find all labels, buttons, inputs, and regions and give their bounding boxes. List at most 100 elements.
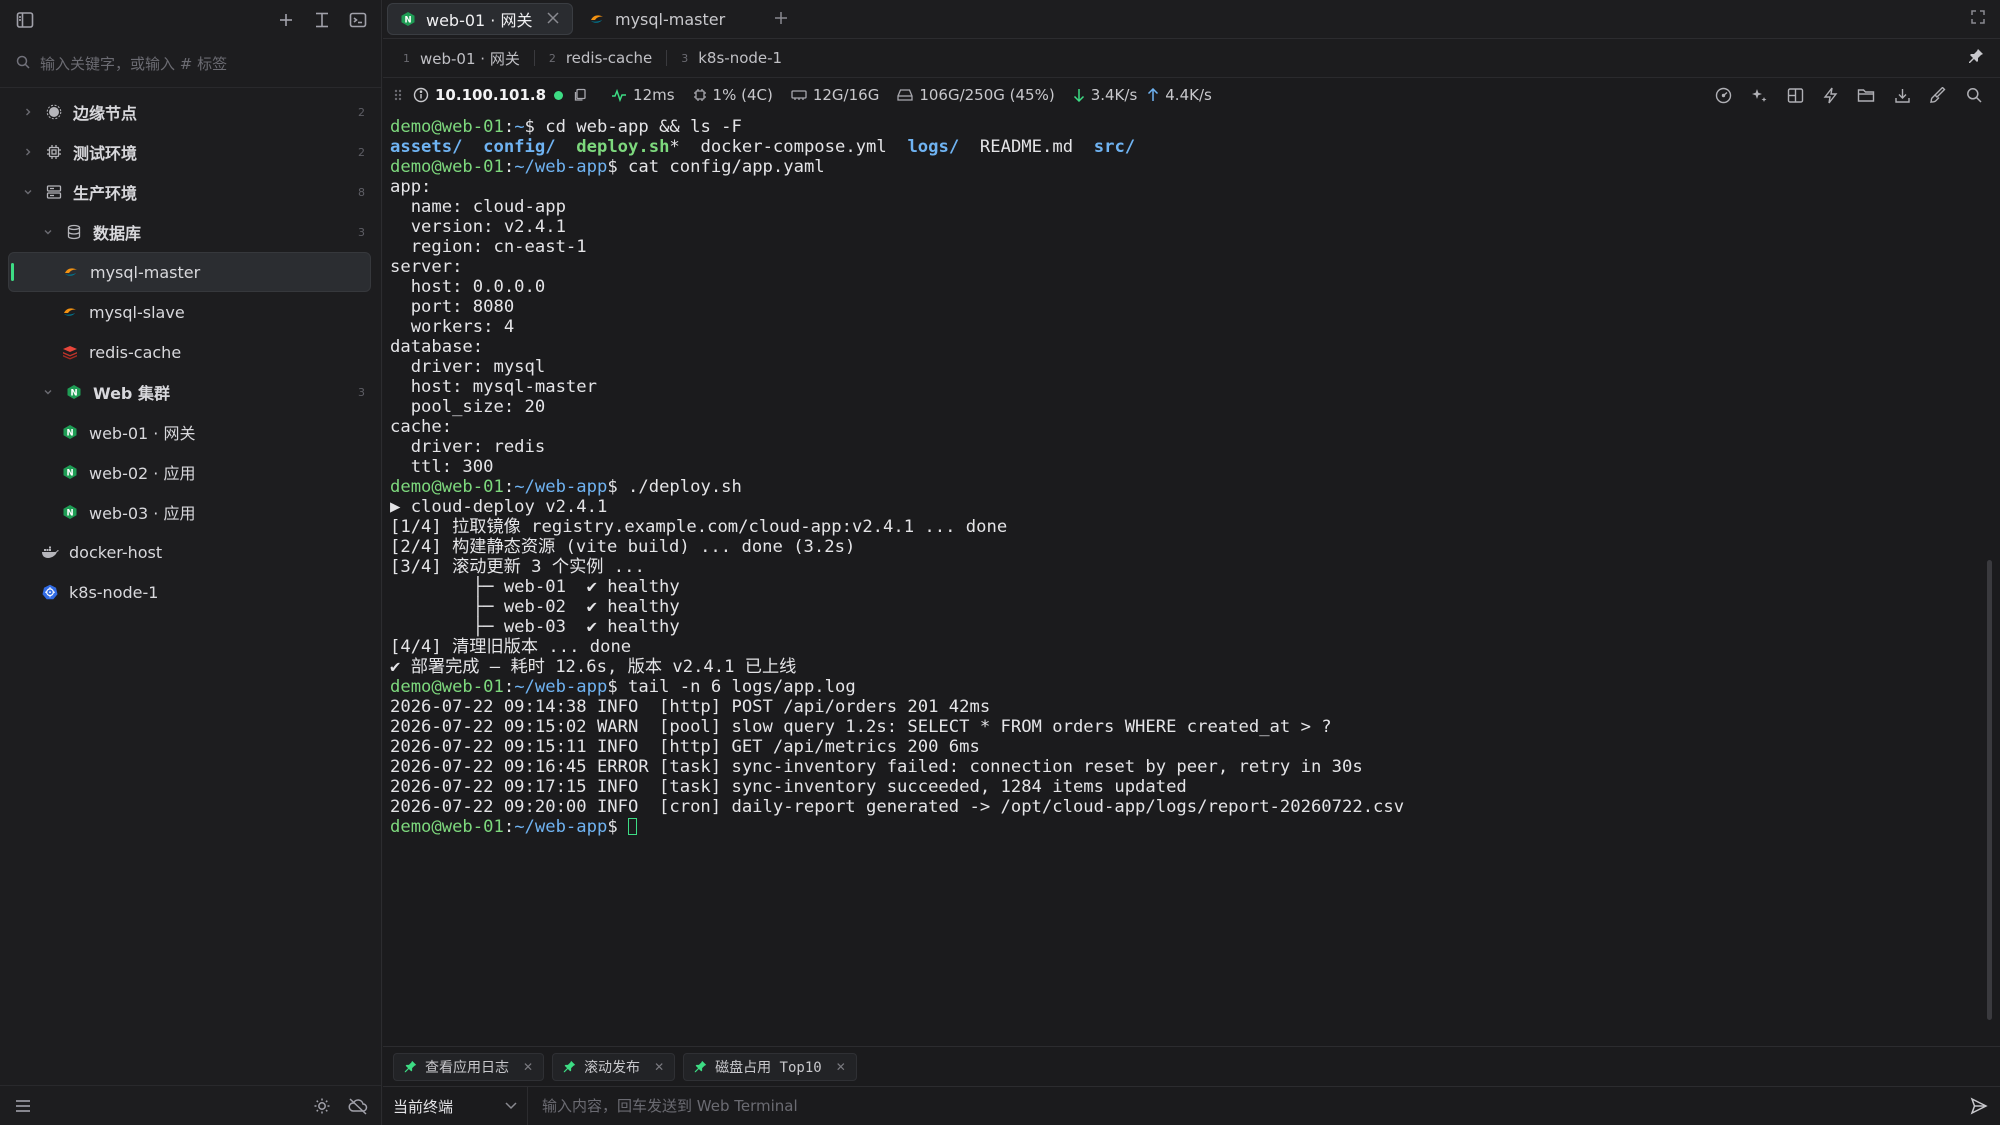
quick-command-3[interactable]: 磁盘占用 Top10 ✕: [683, 1052, 857, 1081]
chevron-down-icon[interactable]: [40, 387, 56, 397]
download-icon[interactable]: [1894, 87, 1911, 104]
terminal-command-line: demo@web-01:~/web-app$ cat config/app.ya…: [390, 157, 825, 177]
dashboard-icon[interactable]: [1715, 87, 1732, 104]
tree-item-redis-cache[interactable]: redis-cache: [8, 332, 371, 372]
folder-icon[interactable]: [1857, 87, 1875, 103]
terminal-output-line: port: 8080: [390, 297, 1970, 317]
pulse-icon: [611, 88, 627, 102]
tree-item-mysql-slave[interactable]: mysql-slave: [8, 292, 371, 332]
terminal-output-line: name: cloud-app: [390, 197, 1970, 217]
ls-entry: logs/: [907, 137, 960, 157]
collapse-all-icon[interactable]: [311, 9, 333, 31]
svg-text:N: N: [66, 428, 73, 438]
theme-sun-icon[interactable]: [311, 1095, 333, 1117]
close-icon[interactable]: ✕: [523, 1060, 533, 1074]
fullscreen-icon[interactable]: [1970, 9, 1986, 29]
ls-entry: src/: [1093, 137, 1136, 157]
split-tab-1[interactable]: 1 web-01 · 网关: [403, 50, 535, 68]
terminal-scrollbar[interactable]: [1987, 560, 1992, 1020]
tree-item-k8s-node-1[interactable]: k8s-node-1: [8, 572, 371, 612]
upload-value: 4.4K/s: [1165, 86, 1212, 104]
ai-sparkle-icon[interactable]: [1751, 87, 1768, 104]
search-icon[interactable]: [1966, 87, 1982, 103]
terminal-icon[interactable]: [347, 9, 369, 31]
brush-icon[interactable]: [1930, 86, 1947, 104]
split-tabs: 1 web-01 · 网关 2 redis-cache 3 k8s-node-1: [383, 39, 2000, 78]
tab-label: web-01 · 网关: [426, 11, 533, 30]
chevron-down-icon[interactable]: [20, 187, 36, 197]
output-text: 2026-07-22 09:14:38 INFO [http] POST /ap…: [390, 697, 991, 717]
terminal-output-line: host: mysql-master: [390, 377, 1970, 397]
sidebar-footer: [0, 1085, 381, 1125]
sidebar-toggle-icon[interactable]: [14, 9, 36, 31]
terminal-output-line: driver: redis: [390, 437, 1970, 457]
output-text: ├─ web-03 ✔ healthy: [390, 617, 680, 637]
quick-command-bar: 查看应用日志 ✕ 滚动发布 ✕ 磁盘占用 Top10 ✕: [383, 1046, 2000, 1086]
tree-item-web-02[interactable]: Nweb-02 · 应用: [8, 452, 371, 492]
redis-icon: [60, 342, 80, 362]
tree-item-count: 2: [358, 105, 365, 119]
tree-item-web-03[interactable]: Nweb-03 · 应用: [8, 492, 371, 532]
split-tab-2[interactable]: 2 redis-cache: [549, 49, 668, 67]
tab-mysql-master[interactable]: mysql-master: [577, 3, 767, 35]
command-text: tail -n 6 logs/app.log: [628, 677, 856, 697]
quick-command-2[interactable]: 滚动发布 ✕: [552, 1052, 676, 1081]
sidebar-search: [0, 40, 381, 88]
output-text: ttl: 300: [390, 457, 494, 477]
drag-handle[interactable]: [393, 88, 403, 102]
mysql-icon: [589, 11, 605, 27]
tree-item-label: web-01 · 网关: [89, 424, 196, 443]
close-icon[interactable]: ✕: [836, 1060, 846, 1074]
split-tab-3[interactable]: 3 k8s-node-1: [681, 49, 796, 67]
quick-command-label: 滚动发布: [584, 1059, 641, 1076]
mysql-icon: [61, 262, 81, 282]
chevron-down-icon[interactable]: [40, 227, 56, 237]
chevron-right-icon[interactable]: [20, 107, 36, 117]
tree-item-[interactable]: 生产环境 8: [8, 172, 371, 212]
tree-item-web[interactable]: N Web 集群 3: [8, 372, 371, 412]
target-terminal-label: 当前终端: [393, 1097, 454, 1116]
output-text: [3/4] 滚动更新 3 个实例 ...: [390, 557, 645, 577]
cpu-icon: [693, 88, 707, 102]
send-icon[interactable]: [1970, 1097, 1988, 1115]
close-icon[interactable]: ✕: [654, 1060, 664, 1074]
mysql-icon: [60, 302, 80, 322]
tree-item-label: mysql-slave: [89, 302, 185, 322]
copy-icon[interactable]: [573, 88, 587, 102]
quick-command-1[interactable]: 查看应用日志 ✕: [393, 1052, 545, 1081]
main-area: N web-01 · 网关 mysql-master 1 web-01 · 网关: [383, 0, 2000, 1125]
search-icon: [16, 54, 30, 73]
close-icon[interactable]: [546, 10, 560, 29]
cloud-off-icon[interactable]: [347, 1095, 369, 1117]
terminal-output-line: driver: mysql: [390, 357, 1970, 377]
arrow-up-icon: [1147, 88, 1159, 102]
terminal-output-line: 2026-07-22 09:17:15 INFO [task] sync-inv…: [390, 777, 1970, 797]
new-tab-icon[interactable]: [773, 7, 789, 32]
svg-text:N: N: [70, 388, 77, 398]
command-input[interactable]: [528, 1087, 1970, 1125]
host-info[interactable]: 10.100.101.8: [413, 86, 593, 104]
tree-item-docker-host[interactable]: docker-host: [8, 532, 371, 572]
split-view-icon[interactable]: [1787, 87, 1804, 104]
search-input[interactable]: [40, 54, 340, 73]
pin-icon[interactable]: [1968, 48, 1984, 68]
menu-icon[interactable]: [12, 1095, 34, 1117]
tree-item-web-01[interactable]: Nweb-01 · 网关: [8, 412, 371, 452]
pin-icon: [404, 1060, 417, 1073]
tree-item-[interactable]: 测试环境 2: [8, 132, 371, 172]
output-text: name: cloud-app: [390, 197, 566, 217]
tree-item-mysql-master[interactable]: mysql-master: [8, 252, 371, 292]
tree-item-[interactable]: 数据库 3: [8, 212, 371, 252]
terminal-output-line: [2/4] 构建静态资源 (vite build) ... done (3.2s…: [390, 537, 1970, 557]
tab-web-01[interactable]: N web-01 · 网关: [387, 3, 573, 35]
tree-item-[interactable]: 边缘节点 2: [8, 92, 371, 132]
pin-icon: [694, 1060, 707, 1073]
add-icon[interactable]: [275, 9, 297, 31]
tree-item-label: web-03 · 应用: [89, 504, 196, 523]
lightning-icon[interactable]: [1823, 87, 1838, 104]
prompt-path: ~/web-app: [514, 817, 608, 837]
terminal-output[interactable]: demo@web-01:~$ cd web-app && ls -F assets…: [390, 117, 1970, 1047]
output-text: [4/4] 清理旧版本 ... done: [390, 637, 632, 657]
chevron-right-icon[interactable]: [20, 147, 36, 157]
target-terminal-select[interactable]: 当前终端: [383, 1086, 528, 1125]
